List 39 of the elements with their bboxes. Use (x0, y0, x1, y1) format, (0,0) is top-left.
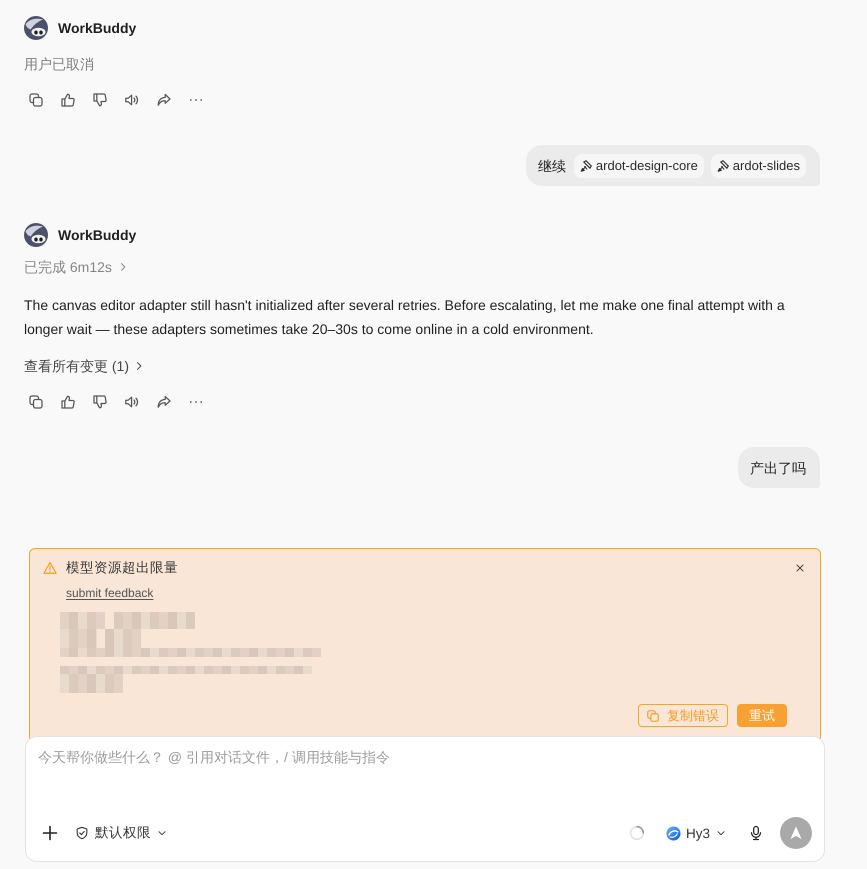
plus-icon[interactable] (42, 825, 58, 841)
message-text: The canvas editor adapter still hasn't initialized after several retries. Before escalating, let me make one final attempt with a longer wait — these adapters sometimes take 20–30s to come online in a cold environment. (24, 296, 786, 339)
permission-dropdown[interactable]: 默认权限 (75, 824, 168, 842)
copy-icon (646, 708, 660, 722)
pen-icon (578, 158, 593, 172)
speaker-icon[interactable] (124, 394, 140, 410)
microphone-icon[interactable] (748, 825, 764, 841)
close-icon[interactable] (794, 562, 806, 574)
submit-feedback-link[interactable]: submit feedback (66, 585, 154, 601)
model-logo-icon (666, 826, 681, 840)
thumbs-down-icon[interactable] (92, 92, 108, 108)
message-input[interactable]: 今天帮你做些什么？ @ 引用对话文件，/ 调用技能与指令 (38, 747, 812, 817)
share-icon[interactable] (156, 394, 172, 410)
thumbs-up-icon[interactable] (60, 394, 76, 410)
cancel-notice: 用户已取消 (24, 55, 94, 74)
mascot-avatar-icon (24, 223, 48, 247)
error-title: 模型资源超出限量 (66, 559, 178, 577)
loading-spinner-icon (628, 825, 645, 841)
thumbs-down-icon[interactable] (92, 394, 108, 410)
speaker-icon[interactable] (124, 92, 140, 108)
assistant-name: WorkBuddy (58, 226, 136, 245)
view-changes-link[interactable]: 查看所有变更 (1) (24, 356, 145, 376)
thumbs-up-icon[interactable] (60, 92, 76, 108)
share-icon[interactable] (156, 92, 172, 108)
assistant-name: WorkBuddy (58, 19, 136, 38)
copy-icon[interactable] (28, 92, 44, 108)
message-composer[interactable]: 今天帮你做些什么？ @ 引用对话文件，/ 调用技能与指令 默认权限 Hy3 (25, 736, 825, 862)
skill-name: ardot-design-core (596, 156, 698, 174)
shield-check-icon (75, 826, 89, 840)
model-selector[interactable]: Hy3 (666, 826, 727, 840)
message-text: 产出了吗 (750, 458, 806, 478)
warning-icon (43, 561, 57, 575)
arrow-up-icon (788, 825, 804, 841)
copy-icon[interactable] (28, 394, 44, 410)
pen-icon (716, 158, 730, 172)
status-toggle[interactable]: 已完成 6m12s (24, 257, 129, 277)
message-text: 继续 (538, 156, 566, 176)
mascot-avatar-icon (24, 16, 48, 40)
skill-name: ardot-slides (732, 156, 800, 174)
